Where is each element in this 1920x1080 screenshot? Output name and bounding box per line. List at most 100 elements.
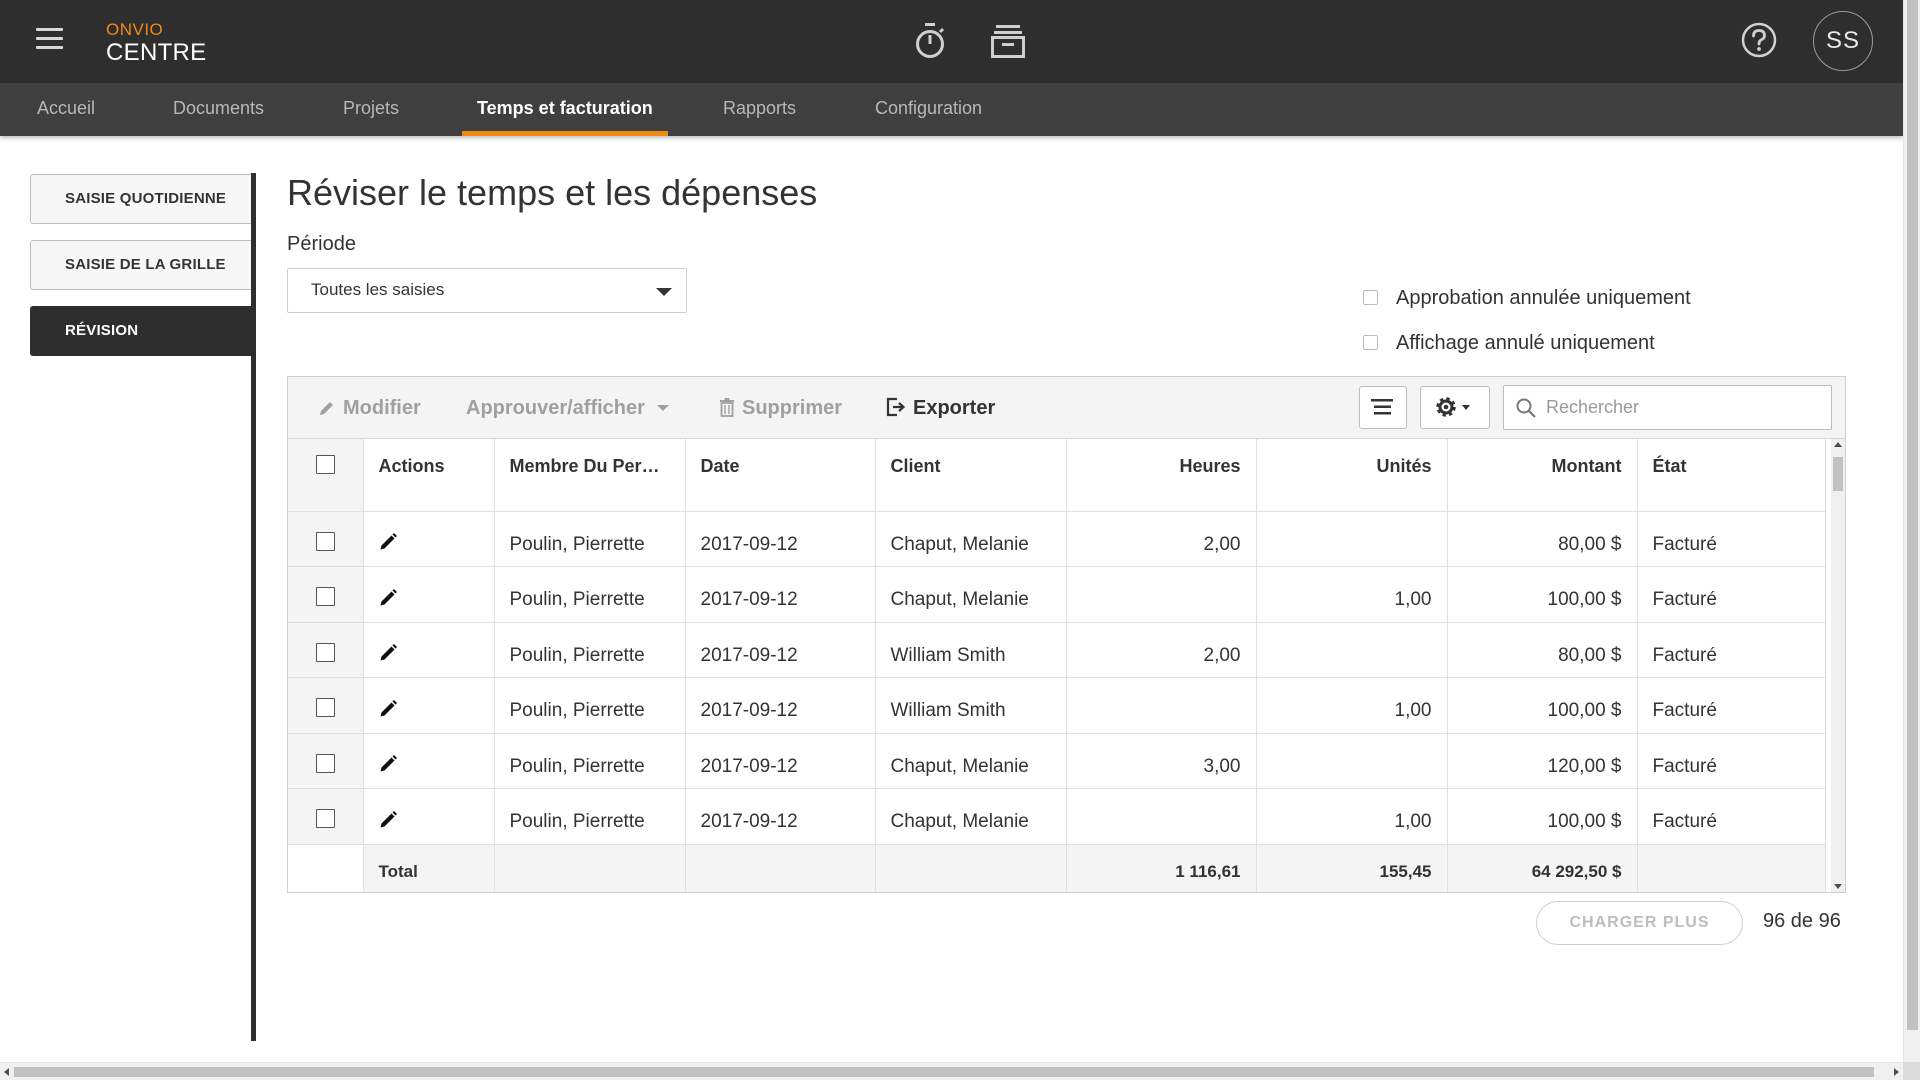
cell-hours <box>1066 677 1257 734</box>
chevron-down-icon <box>656 288 672 296</box>
col-header-state[interactable]: État <box>1637 439 1826 512</box>
table-row[interactable]: Poulin, Pierrette 2017-09-12 Chaput, Melan… <box>288 733 1826 789</box>
row-checkbox[interactable] <box>315 753 335 773</box>
row-select-cell <box>288 511 364 567</box>
cell-units <box>1256 511 1448 567</box>
tab-rapports[interactable]: Rapports <box>708 83 811 136</box>
row-select-cell <box>288 566 364 623</box>
edit-pencil-icon[interactable] <box>379 588 398 613</box>
table-row[interactable]: Poulin, Pierrette 2017-09-12 William Smith… <box>288 622 1826 678</box>
table-row[interactable]: Poulin, Pierrette 2017-09-12 Chaput, Melan… <box>288 511 1826 567</box>
row-checkbox[interactable] <box>315 587 335 607</box>
row-actions-cell <box>363 733 495 789</box>
row-actions-cell <box>363 566 495 623</box>
total-hours: 1 116,61 <box>1066 844 1257 892</box>
main-nav: Accueil Documents Projets Temps et factu… <box>0 83 1903 136</box>
settings-button[interactable] <box>1420 386 1490 429</box>
cell-units: 1,00 <box>1256 566 1448 623</box>
export-icon <box>886 397 906 417</box>
sidebar-item-saisie-grille[interactable]: SAISIE DE LA GRILLE <box>30 240 255 290</box>
trash-icon <box>720 398 734 417</box>
menu-icon[interactable] <box>36 28 63 52</box>
approve-display-button[interactable]: Approuver/afficher <box>466 377 669 439</box>
window-horizontal-scrollbar[interactable] <box>0 1062 1903 1080</box>
table-row[interactable]: Poulin, Pierrette 2017-09-12 Chaput, Melan… <box>288 566 1826 623</box>
scroll-up-arrow-icon[interactable] <box>1834 442 1842 447</box>
cell-member: Poulin, Pierrette <box>494 733 686 789</box>
col-header-units[interactable]: Unités <box>1256 439 1448 512</box>
scroll-right-arrow-icon[interactable] <box>1894 1068 1899 1076</box>
load-more-button[interactable]: CHARGER PLUS <box>1536 901 1743 945</box>
window-vertical-scrollbar[interactable] <box>1903 0 1920 1062</box>
table-row[interactable]: Poulin, Pierrette 2017-09-12 William Smith… <box>288 677 1826 734</box>
help-icon[interactable] <box>1740 21 1778 59</box>
tab-accueil[interactable]: Accueil <box>22 83 110 136</box>
table-header-row: Actions Membre Du Pers… Date Client Heur… <box>288 439 1826 512</box>
row-checkbox[interactable] <box>315 809 335 829</box>
timer-icon[interactable] <box>910 20 950 62</box>
table-row[interactable]: Poulin, Pierrette 2017-09-12 Chaput, Melan… <box>288 788 1826 845</box>
sidebar-item-saisie-quotidienne[interactable]: SAISIE QUOTIDIENNE <box>30 174 255 224</box>
select-all-checkbox[interactable] <box>315 455 335 474</box>
cell-date: 2017-09-12 <box>685 677 876 734</box>
col-header-client[interactable]: Client <box>875 439 1067 512</box>
col-header-actions[interactable]: Actions <box>363 439 495 512</box>
col-header-amount[interactable]: Montant <box>1447 439 1638 512</box>
period-label: Période <box>287 233 356 255</box>
cell-date: 2017-09-12 <box>685 733 876 789</box>
cell-hours: 2,00 <box>1066 511 1257 567</box>
edit-pencil-icon[interactable] <box>379 532 398 557</box>
row-select-cell <box>288 733 364 789</box>
cell-date: 2017-09-12 <box>685 511 876 567</box>
cell-client: Chaput, Melanie <box>875 733 1067 789</box>
scroll-down-arrow-icon[interactable] <box>1834 884 1842 889</box>
grid-scrollbar[interactable] <box>1831 439 1845 892</box>
scroll-left-arrow-icon[interactable] <box>4 1068 9 1076</box>
avatar[interactable]: SS <box>1813 11 1873 71</box>
col-header-member[interactable]: Membre Du Pers… <box>494 439 686 512</box>
row-select-cell <box>288 622 364 678</box>
cell-hours <box>1066 566 1257 623</box>
row-checkbox[interactable] <box>315 531 335 551</box>
column-filter-button[interactable] <box>1359 386 1407 429</box>
row-actions-cell <box>363 677 495 734</box>
cell-client: William Smith <box>875 677 1067 734</box>
sidebar-item-revision[interactable]: RÉVISION <box>30 306 255 356</box>
grid-scrollbar-thumb[interactable] <box>1833 457 1843 491</box>
modify-button[interactable]: Modifier <box>318 377 421 439</box>
tab-documents[interactable]: Documents <box>158 83 279 136</box>
cell-state: Facturé <box>1637 733 1826 789</box>
brand-logo[interactable]: ONVIO CENTRE <box>106 20 206 67</box>
total-empty-cell <box>494 844 686 892</box>
tab-projets[interactable]: Projets <box>328 83 414 136</box>
edit-pencil-icon[interactable] <box>379 754 398 779</box>
filter-approval-cancelled-checkbox[interactable] <box>1363 290 1378 305</box>
window-hscrollbar-thumb[interactable] <box>14 1067 1874 1077</box>
cell-state: Facturé <box>1637 622 1826 678</box>
app-header: ONVIO CENTRE SS <box>0 0 1903 83</box>
window-scrollbar-thumb[interactable] <box>1907 0 1918 1030</box>
edit-pencil-icon[interactable] <box>379 643 398 668</box>
search-input[interactable] <box>1546 394 1816 420</box>
export-button[interactable]: Exporter <box>886 377 995 439</box>
edit-pencil-icon[interactable] <box>379 810 398 835</box>
cell-member: Poulin, Pierrette <box>494 566 686 623</box>
row-checkbox[interactable] <box>315 698 335 718</box>
brand-top: ONVIO <box>106 20 164 39</box>
tab-configuration[interactable]: Configuration <box>860 83 997 136</box>
filter-display-cancelled-checkbox[interactable] <box>1363 335 1378 350</box>
header-select-all <box>288 439 364 512</box>
row-select-cell <box>288 788 364 845</box>
tab-temps-et-facturation[interactable]: Temps et facturation <box>462 83 668 136</box>
archive-icon[interactable] <box>988 20 1028 62</box>
col-header-date[interactable]: Date <box>685 439 876 512</box>
total-empty-cell <box>1637 844 1826 892</box>
cell-amount: 100,00 $ <box>1447 677 1638 734</box>
delete-button[interactable]: Supprimer <box>719 377 842 439</box>
row-checkbox[interactable] <box>315 642 335 662</box>
period-select[interactable]: Toutes les saisies <box>287 268 687 313</box>
edit-pencil-icon[interactable] <box>379 699 398 724</box>
cell-date: 2017-09-12 <box>685 622 876 678</box>
col-header-hours[interactable]: Heures <box>1066 439 1257 512</box>
filter-approval-cancelled-label: Approbation annulée uniquement <box>1396 287 1691 309</box>
